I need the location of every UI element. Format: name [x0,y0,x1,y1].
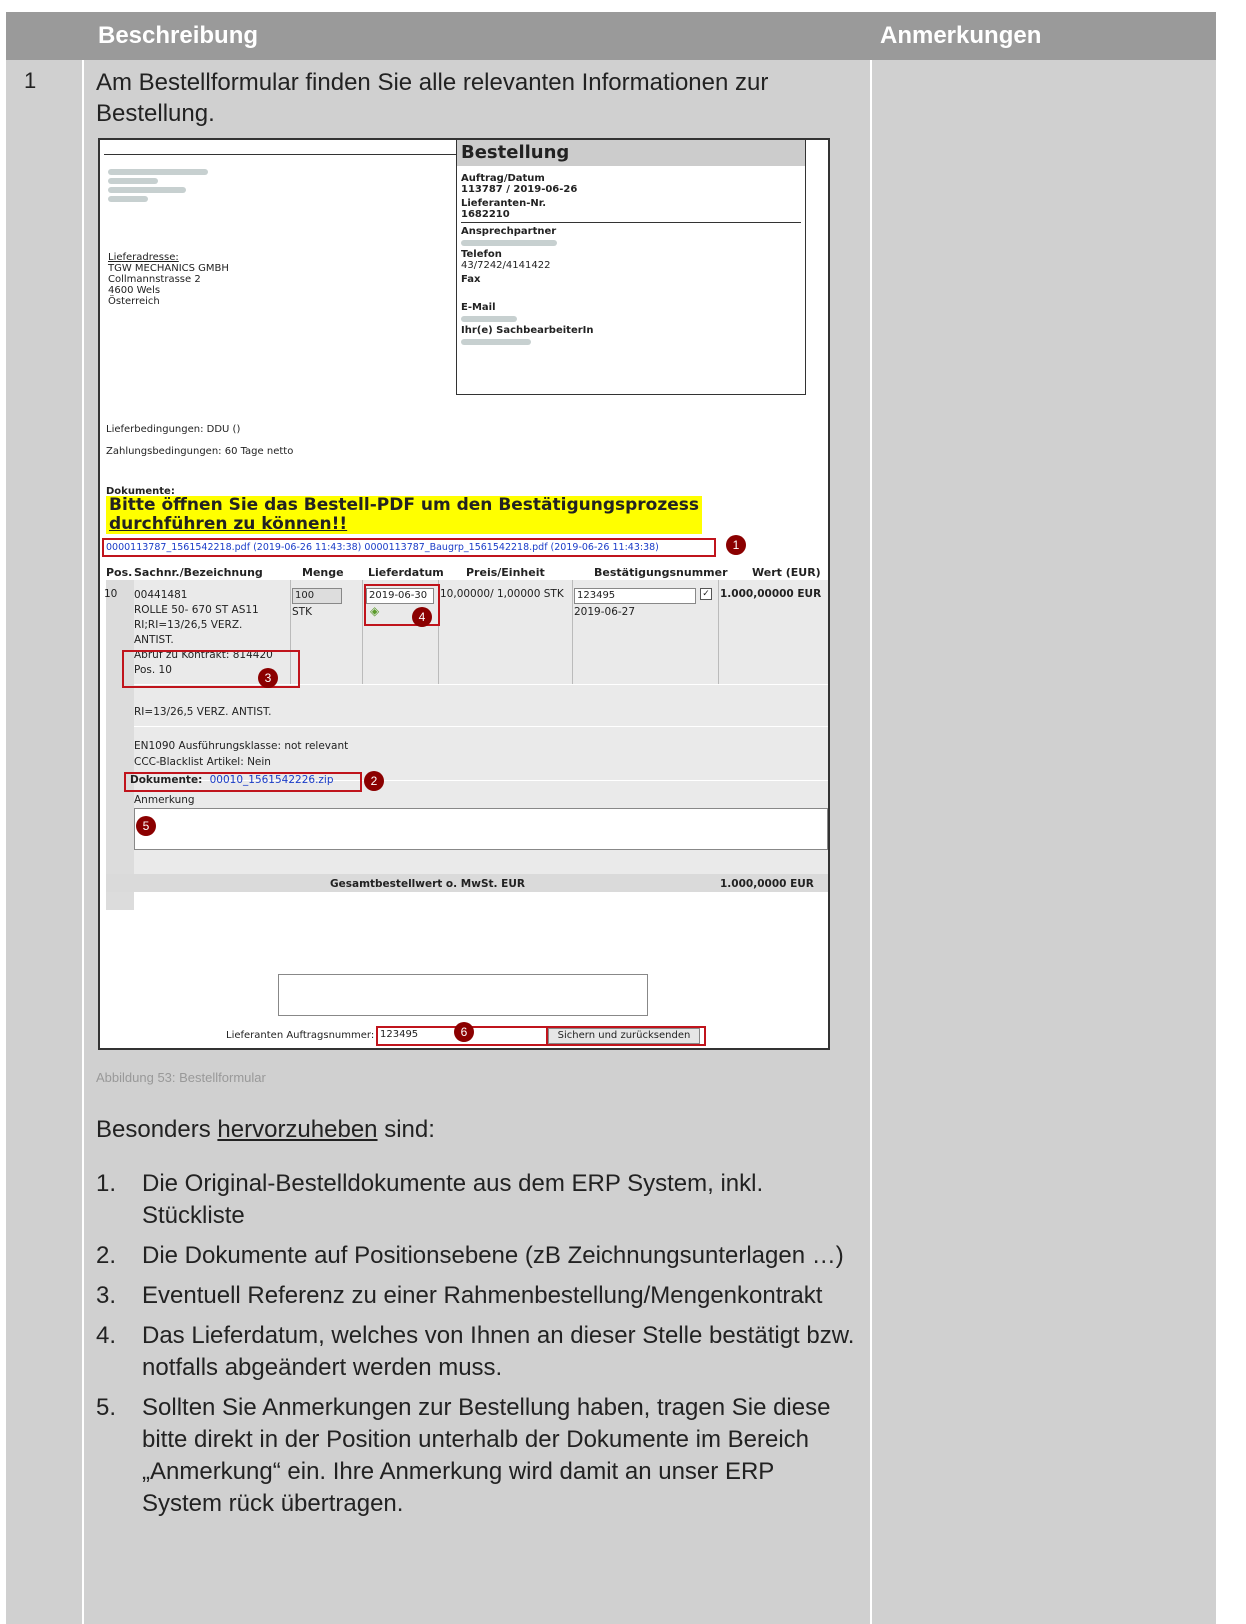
save-and-send-button[interactable]: Sichern und zurücksenden [548,1028,700,1044]
quantity-unit: STK [292,606,312,618]
list-item: 3. Eventuell Referenz zu einer Rahmenbest… [96,1282,823,1309]
figure-caption: Abbildung 53: Bestellformular [96,1070,266,1085]
col-sachnr: Sachnr./Bezeichnung [134,566,263,579]
comment-textarea[interactable] [278,974,648,1016]
col-preis: Preis/Einheit [466,566,545,579]
confirm-checkbox[interactable]: ✓ [700,588,712,600]
notes-cell [872,60,1216,1624]
total-label: Gesamtbestellwert o. MwSt. EUR [330,878,525,890]
highlight-heading: Besonders hervorzuheben sind: [96,1116,435,1143]
highlight-list: 1. Die Original-Bestelldokumente aus dem … [96,1168,856,1528]
sender-address-blurred [108,166,218,205]
list-item: 5. Sollten Sie Anmerkungen zur Bestellung… [96,1394,831,1517]
table-header: Beschreibung Anmerkungen [6,12,1216,60]
total-value: 1.000,0000 EUR [720,878,814,890]
auftragsnr-label: Lieferanten Auftragsnummer: [226,1030,375,1041]
position-documents: Dokumente: 00010_1561542226.zip [130,774,334,786]
order-title: Bestellung [457,140,805,166]
intro-text: Am Bestellformular finden Sie alle relev… [96,69,769,96]
intro-text-2: Bestellung. [96,100,215,127]
document-page: Beschreibung Anmerkungen 1 Am Bestellfor… [0,0,1246,1624]
header-notes: Anmerkungen [880,22,1042,49]
delivery-date-field[interactable]: 2019-06-30 [366,588,434,604]
list-item: 4. Das Lieferdatum, welches von Ihnen an … [96,1322,855,1381]
price-per-unit: 10,00000/ 1,00000 STK [440,588,564,600]
line-value: 1.000,00000 EUR [720,588,822,600]
confirmation-date: 2019-06-27 [574,606,636,618]
callout-badge-1: 1 [726,535,746,555]
header-description: Beschreibung [98,22,259,49]
anmerkung-textarea[interactable] [134,808,828,850]
col-bestaetigung: Bestätigungsnummer [594,566,728,579]
pdf-warning: Bitte öffnen Sie das Bestell-PDF um den … [106,496,703,534]
order-info-box: Bestellung Auftrag/Datum 113787 / 2019-0… [456,140,806,395]
callout-badge-5: 5 [136,816,156,836]
callout-badge-2: 2 [364,771,384,791]
callout-badge-3: 3 [258,668,278,688]
row-number: 1 [24,68,37,93]
payment-terms: Zahlungsbedingungen: 60 Tage netto [106,446,294,457]
confirmation-number-field[interactable]: 123495 [574,588,696,604]
en1090-text: EN1090 Ausführungsklasse: not relevant [134,740,349,752]
list-item: 2. Die Dokumente auf Positionsebene (zB Z… [96,1242,844,1269]
ccc-text: CCC-Blacklist Artikel: Nein [134,756,271,768]
order-pdf-links[interactable]: 0000113787_1561542218.pdf (2019-06-26 11… [106,542,659,553]
row-number-cell: 1 [6,60,84,1624]
calendar-tag-icon[interactable]: ◈ [370,604,379,618]
col-menge: Menge [302,566,344,579]
delivery-address: Lieferadresse: TGW MECHANICS GMBH Collma… [108,252,229,307]
callout-badge-4: 4 [412,607,432,627]
order-form-screenshot: Lieferadresse: TGW MECHANICS GMBH Collma… [98,138,830,1050]
col-lieferdatum: Lieferdatum [368,566,444,579]
col-pos: Pos. [106,566,133,579]
col-wert: Wert (EUR) [752,566,821,579]
anmerkung-label: Anmerkung [134,794,195,806]
position-number: 10 [104,588,118,600]
quantity-field: 100 [292,588,342,604]
list-item: 1. Die Original-Bestelldokumente aus dem … [96,1170,764,1229]
position-zip-link[interactable]: 00010_1561542226.zip [210,774,334,786]
callout-badge-6: 6 [454,1022,474,1042]
delivery-terms: Lieferbedingungen: DDU () [106,424,241,435]
ri-text: RI=13/26,5 VERZ. ANTIST. [134,706,272,718]
